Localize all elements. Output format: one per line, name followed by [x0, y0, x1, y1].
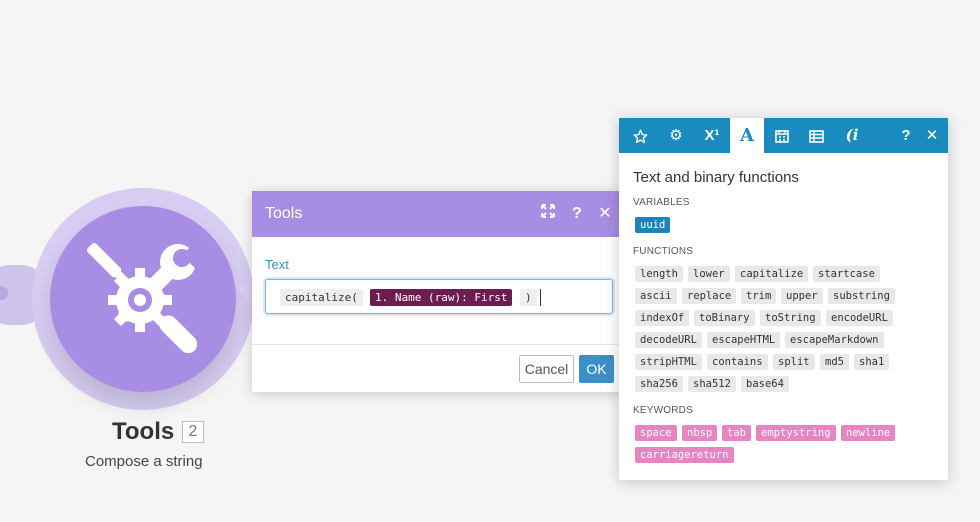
gear-icon[interactable]: ⚙ [659, 118, 693, 153]
star-icon[interactable] [623, 118, 657, 153]
ok-button[interactable]: OK [579, 355, 614, 383]
function-split[interactable]: split [773, 354, 815, 370]
function-token[interactable]: capitalize( [280, 289, 363, 306]
function-sha512[interactable]: sha512 [688, 376, 736, 392]
dialog-divider [252, 344, 630, 345]
tools-module[interactable] [50, 206, 236, 392]
function-sha1[interactable]: sha1 [854, 354, 890, 370]
dialog-pointer [238, 278, 252, 304]
function-md5[interactable]: md5 [820, 354, 849, 370]
function-sha256[interactable]: sha256 [635, 376, 683, 392]
function-decodeurl[interactable]: decodeURL [635, 332, 702, 348]
keyword-emptystring[interactable]: emptystring [756, 425, 836, 441]
keyword-tab[interactable]: tab [722, 425, 751, 441]
text-field-label: Text [265, 257, 289, 272]
variables-label: VARIABLES [633, 197, 690, 208]
module-title: Tools [112, 418, 175, 445]
function-striphtml[interactable]: stripHTML [635, 354, 702, 370]
function-base64[interactable]: base64 [741, 376, 789, 392]
keyword-carriagereturn[interactable]: carriagereturn [635, 447, 734, 463]
function-substring[interactable]: substring [828, 288, 895, 304]
text-icon[interactable]: A [730, 118, 764, 153]
function-replace[interactable]: replace [682, 288, 737, 304]
function-length[interactable]: length [635, 266, 683, 282]
table-icon[interactable] [799, 118, 833, 153]
function-ascii[interactable]: ascii [635, 288, 677, 304]
tools-dialog: Tools ? ✕ Text capitalize( 1. Name (raw)… [252, 191, 630, 392]
close-icon[interactable]: ✕ [915, 118, 949, 153]
function-capitalize[interactable]: capitalize [735, 266, 809, 282]
functions-panel: ⚙ X¹ A (i ? ✕ Text and binary functions … [619, 118, 948, 480]
keyword-space[interactable]: space [635, 425, 677, 441]
function-contains[interactable]: contains [707, 354, 768, 370]
panel-toolbar: ⚙ X¹ A (i ? ✕ [619, 118, 948, 153]
close-icon[interactable]: ✕ [594, 203, 616, 225]
function-close-token[interactable]: ) [520, 289, 537, 306]
calendar-icon[interactable] [765, 118, 799, 153]
text-input[interactable]: capitalize( 1. Name (raw): First ) [265, 279, 613, 314]
module-subtitle: Compose a string [85, 453, 203, 470]
function-escapehtml[interactable]: escapeHTML [707, 332, 781, 348]
module-number-badge: 2 [182, 421, 204, 443]
dialog-header: Tools ? ✕ [252, 191, 630, 237]
keyword-newline[interactable]: newline [841, 425, 896, 441]
function-upper[interactable]: upper [781, 288, 823, 304]
expand-icon[interactable] [537, 203, 559, 225]
info-icon[interactable]: (i [835, 118, 869, 153]
superscript-icon[interactable]: X¹ [695, 118, 729, 153]
function-startcase[interactable]: startcase [813, 266, 880, 282]
tools-icon [86, 242, 205, 354]
function-tostring[interactable]: toString [760, 310, 821, 326]
function-trim[interactable]: trim [741, 288, 777, 304]
cancel-button[interactable]: Cancel [519, 355, 574, 383]
keywords-label: KEYWORDS [633, 405, 693, 416]
variable-token[interactable]: 1. Name (raw): First [370, 289, 513, 306]
function-indexof[interactable]: indexOf [635, 310, 690, 326]
help-icon[interactable]: ? [566, 203, 588, 225]
function-encodeurl[interactable]: encodeURL [826, 310, 893, 326]
variable-uuid[interactable]: uuid [635, 217, 671, 233]
text-caret [540, 289, 541, 306]
keyword-nbsp[interactable]: nbsp [682, 425, 718, 441]
function-lower[interactable]: lower [688, 266, 730, 282]
function-escapemarkdown[interactable]: escapeMarkdown [785, 332, 884, 348]
dialog-title: Tools [265, 205, 303, 222]
function-tobinary[interactable]: toBinary [694, 310, 755, 326]
functions-label: FUNCTIONS [633, 246, 694, 257]
panel-heading: Text and binary functions [633, 169, 799, 186]
